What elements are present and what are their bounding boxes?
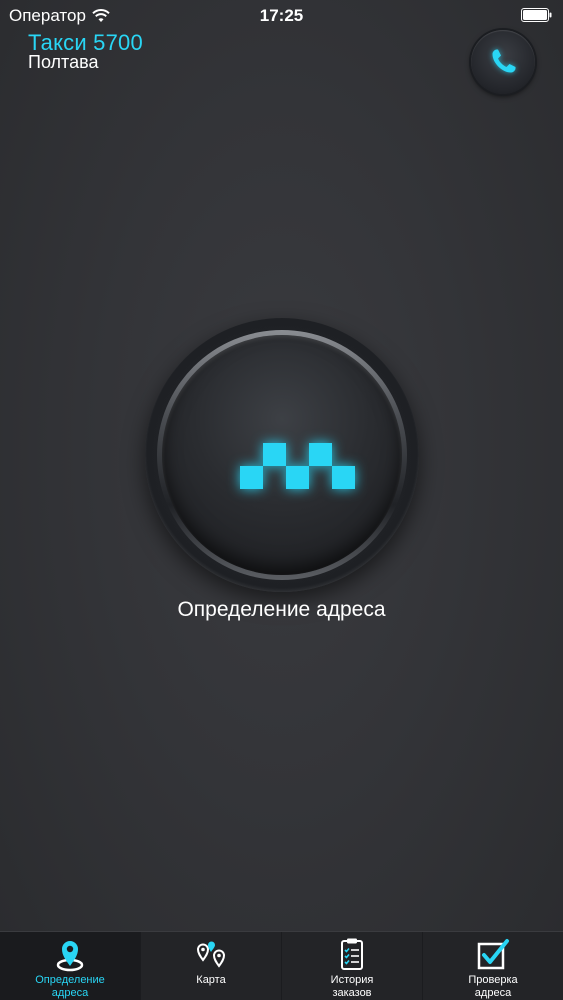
tab-detect-address[interactable]: Определение адреса <box>0 932 141 1000</box>
tab-order-history[interactable]: История заказов <box>282 932 423 1000</box>
tab-label: История заказов <box>330 974 374 999</box>
status-bar: Оператор 17:25 <box>0 0 563 30</box>
detect-address-button[interactable] <box>145 318 419 592</box>
tab-bar: Определение адреса Карта История заказов… <box>0 931 563 1000</box>
tab-label: Карта <box>196 974 226 986</box>
tab-label: Проверка адреса <box>468 974 518 999</box>
clipboard-icon <box>341 938 363 970</box>
location-pin-icon <box>56 941 84 972</box>
screen: Оператор 17:25 Такси 5700 Полтава Опреде… <box>0 0 563 1000</box>
tab-map[interactable]: Карта <box>141 932 282 1000</box>
status-time: 17:25 <box>259 6 304 25</box>
detect-address-label: Определение адреса <box>177 598 386 621</box>
checkbox-icon <box>477 939 509 970</box>
tab-check-address[interactable]: Проверка адреса <box>423 932 563 1000</box>
tab-label: Определение адреса <box>35 974 105 999</box>
map-pins-icon <box>196 941 226 968</box>
taxi-checker-icon <box>240 443 355 489</box>
call-button[interactable] <box>471 30 535 94</box>
battery-icon <box>521 8 552 22</box>
phone-icon <box>492 49 516 73</box>
app-city: Полтава <box>28 52 99 72</box>
button-face <box>162 335 402 575</box>
button-ring <box>157 330 407 580</box>
